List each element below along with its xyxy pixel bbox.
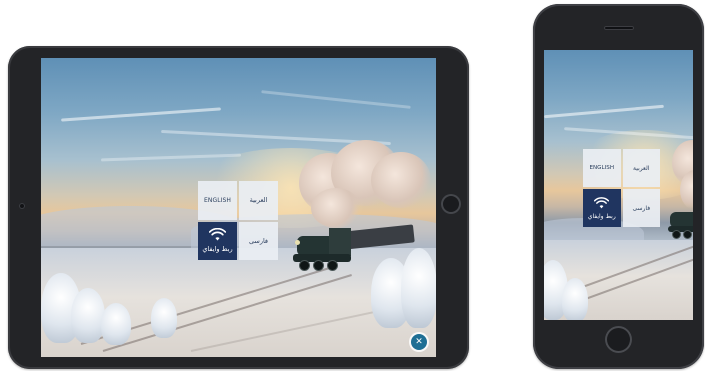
arabic-label: العربية	[633, 164, 650, 172]
steam-cloud	[371, 152, 431, 208]
farsi-button[interactable]: فارسی	[239, 221, 278, 260]
close-button[interactable]: ✕	[411, 334, 427, 350]
loco-wheel	[299, 260, 310, 271]
arabic-button[interactable]: العربية	[622, 149, 660, 187]
english-button[interactable]: ENGLISH	[198, 181, 237, 220]
snow-tree	[151, 298, 177, 338]
arabic-label: العربية	[249, 196, 268, 205]
english-label: ENGLISH	[203, 196, 232, 204]
loco-cab	[329, 228, 351, 256]
language-menu: ENGLISH العربية ربط وايفاي فارسی	[583, 149, 660, 227]
steam-locomotive	[289, 218, 419, 278]
cloud-streak	[261, 90, 411, 109]
ipad-camera	[19, 203, 25, 209]
iphone-speaker	[604, 26, 634, 30]
loco-wheel	[327, 260, 338, 271]
farsi-label: فارسی	[248, 236, 269, 245]
language-menu: ENGLISH العربية ربط وايفاي فارسی	[198, 181, 278, 260]
iphone-home-button[interactable]	[605, 326, 632, 353]
ipad-home-button[interactable]	[441, 194, 461, 214]
cloud-streak	[61, 107, 221, 122]
steam-locomotive	[668, 200, 693, 240]
wifi-connect-button[interactable]: ربط وايفاي	[198, 221, 237, 260]
loco-wheel	[683, 230, 692, 239]
ipad-screen: ENGLISH العربية ربط وايفاي فارسی ✕	[41, 58, 436, 357]
wifi-icon	[209, 228, 226, 241]
loco-headlight	[295, 240, 300, 245]
loco-wheel	[672, 230, 681, 239]
train-car	[343, 224, 415, 250]
english-label: ENGLISH	[589, 165, 615, 171]
wifi-icon	[594, 196, 610, 208]
iphone-screen: ENGLISH العربية ربط وايفاي فارسی	[544, 50, 693, 320]
iphone-device: ENGLISH العربية ربط وايفاي فارسی	[533, 4, 704, 369]
arabic-button[interactable]: العربية	[239, 181, 278, 220]
snow-tree	[71, 288, 105, 343]
english-button[interactable]: ENGLISH	[583, 149, 621, 187]
cloud-streak	[544, 104, 664, 119]
loco-wheel	[313, 260, 324, 271]
wifi-connect-button[interactable]: ربط وايفاي	[583, 189, 621, 227]
snow-tree	[101, 303, 131, 345]
close-icon: ✕	[415, 336, 423, 347]
wifi-label: ربط وايفاي	[587, 212, 616, 220]
device-mockup-scene: ENGLISH العربية ربط وايفاي فارسی ✕ ENGLI…	[0, 0, 705, 371]
wifi-label: ربط وايفاي	[202, 245, 233, 254]
ipad-device: ENGLISH العربية ربط وايفاي فارسی ✕	[8, 46, 469, 369]
snow-tree	[562, 278, 588, 320]
farsi-button[interactable]: فارسی	[622, 189, 660, 227]
farsi-label: فارسی	[632, 204, 651, 212]
